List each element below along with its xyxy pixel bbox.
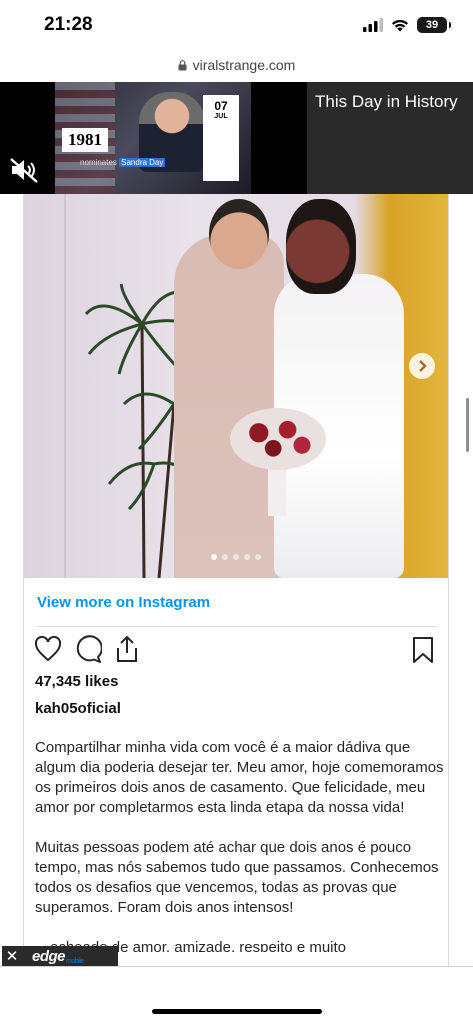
comment-icon[interactable]	[74, 635, 102, 663]
bouquet	[230, 408, 326, 470]
status-icons: 39	[363, 17, 451, 33]
mute-icon[interactable]	[8, 156, 40, 189]
video-caption-highlight: Sandra Day	[119, 158, 166, 167]
battery-icon: 39	[417, 17, 451, 33]
likes-count[interactable]: 47,345 likes	[35, 673, 118, 690]
carousel-dot	[233, 554, 239, 560]
carousel-dot	[211, 554, 217, 560]
ad-logo[interactable]: edgemobile	[32, 948, 84, 965]
date-card: 07 JUL	[203, 95, 239, 181]
instagram-embed: View more on Instagram 47,345 likes kah0…	[23, 194, 449, 1024]
url-domain: viralstrange.com	[192, 57, 296, 73]
close-icon[interactable]: ✕	[2, 947, 22, 965]
carousel-dot	[244, 554, 250, 560]
groom-head	[209, 199, 269, 269]
video-caption: nominates Sandra Day	[80, 158, 166, 167]
year-badge: 1981	[62, 128, 108, 152]
status-bar: 21:28 39	[0, 0, 473, 48]
lock-icon	[178, 59, 187, 70]
wall-edge	[64, 194, 66, 578]
post-actions	[34, 635, 140, 663]
carousel-next-button[interactable]	[409, 353, 435, 379]
bookmark-icon[interactable]	[412, 636, 434, 664]
chevron-right-icon	[419, 360, 427, 372]
heart-icon[interactable]	[34, 636, 62, 662]
share-icon[interactable]	[114, 635, 140, 663]
url-bar[interactable]: viralstrange.com	[0, 48, 473, 82]
video-caption-prefix: nominates	[80, 158, 120, 167]
signal-icon	[363, 18, 383, 32]
post-caption: Compartilhar minha vida com você é a mai…	[35, 738, 445, 972]
ad-tab: ✕ edgemobile	[2, 946, 118, 966]
status-time: 21:28	[44, 14, 93, 35]
post-username[interactable]: kah05oficial	[35, 700, 121, 717]
scrollbar-thumb[interactable]	[466, 398, 469, 452]
post-photo[interactable]	[24, 194, 448, 578]
date-day: 07	[214, 99, 228, 113]
divider	[37, 626, 437, 627]
view-more-link[interactable]: View more on Instagram	[37, 594, 210, 611]
ad-logo-text: edge	[32, 947, 66, 965]
ad-logo-sub: mobile	[66, 957, 84, 965]
date-month: JUL	[214, 113, 228, 120]
caption-paragraph: Compartilhar minha vida com você é a mai…	[35, 739, 444, 816]
home-indicator[interactable]	[152, 1009, 322, 1014]
wifi-icon	[392, 19, 408, 32]
caption-paragraph: Muitas pessoas podem até achar que dois …	[35, 839, 439, 916]
video-title[interactable]: This Day in History	[315, 92, 458, 112]
carousel-indicator	[211, 554, 261, 560]
ad-banner[interactable]	[0, 966, 473, 1024]
carousel-dot	[222, 554, 228, 560]
bride-head	[286, 199, 356, 294]
carousel-dot	[255, 554, 261, 560]
bouquet-ribbon	[268, 466, 286, 516]
groom-figure	[174, 234, 284, 578]
